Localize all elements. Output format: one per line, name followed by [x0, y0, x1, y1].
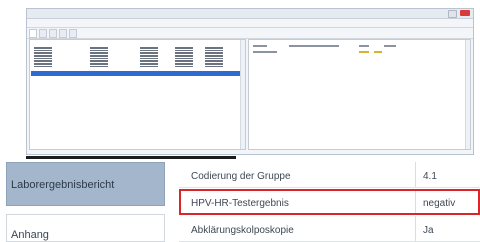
row-label: Codierung der Gruppe — [191, 171, 291, 182]
row-value: negativ — [423, 198, 456, 209]
row-value: Ja — [423, 225, 434, 236]
mini-tab[interactable] — [69, 28, 77, 38]
report-navigation: Laborergebnisbericht Anhang — [0, 162, 166, 242]
table-row-highlighted: HPV-HR-Testergebnis negativ — [179, 189, 480, 215]
nav-item-laborergebnisbericht[interactable]: Laborergebnisbericht — [6, 162, 165, 206]
mini-column — [34, 47, 52, 69]
mini-column — [90, 47, 108, 69]
mini-body — [29, 39, 471, 150]
nav-item-label: Laborergebnisbericht — [11, 179, 115, 191]
mini-menubar — [27, 19, 473, 28]
column-divider — [415, 162, 416, 187]
mini-selected-row[interactable] — [31, 71, 244, 76]
table-row: Codierung der Gruppe 4.1 — [179, 162, 480, 188]
caption-text-blur — [26, 156, 236, 159]
mini-tab[interactable] — [49, 28, 57, 38]
nav-item-anhang[interactable]: Anhang — [6, 214, 165, 242]
mini-text-line — [359, 45, 369, 47]
mini-toolbar — [27, 28, 473, 39]
nav-item-label: Anhang — [11, 229, 49, 241]
mini-result-list[interactable] — [29, 39, 246, 150]
mini-scrollbar[interactable] — [240, 40, 245, 149]
close-icon[interactable] — [460, 10, 470, 16]
minimize-icon[interactable] — [448, 10, 457, 18]
mini-text-line — [384, 45, 396, 47]
mini-tab[interactable] — [29, 28, 37, 38]
row-label: Abklärungskolposkopie — [191, 225, 294, 236]
mini-text-line — [253, 51, 277, 53]
row-label: HPV-HR-Testergebnis — [191, 198, 289, 209]
mini-detail-panel — [248, 39, 471, 150]
mini-column — [175, 47, 193, 69]
mini-text-line — [374, 51, 382, 53]
mini-scrollbar[interactable] — [465, 40, 470, 149]
column-divider — [415, 191, 416, 213]
mini-titlebar — [27, 9, 473, 19]
row-value: 4.1 — [423, 171, 437, 182]
mini-column — [140, 47, 158, 69]
column-divider — [415, 216, 416, 241]
result-table: Codierung der Gruppe 4.1 HPV-HR-Testerge… — [179, 162, 480, 242]
mini-text-line — [289, 45, 339, 47]
mini-column — [205, 47, 223, 69]
mini-text-line — [253, 45, 267, 47]
embedded-app-screenshot — [26, 8, 474, 155]
mini-tab[interactable] — [59, 28, 67, 38]
mini-text-line — [359, 51, 369, 53]
mini-tab[interactable] — [39, 28, 47, 38]
table-row: Abklärungskolposkopie Ja — [179, 216, 480, 242]
caption-strip — [26, 155, 474, 160]
